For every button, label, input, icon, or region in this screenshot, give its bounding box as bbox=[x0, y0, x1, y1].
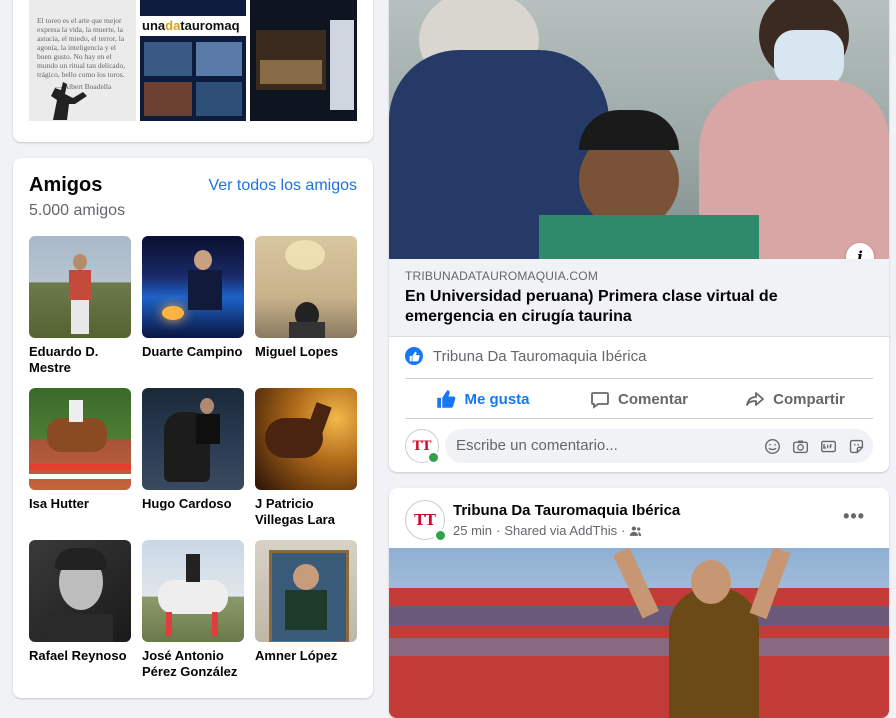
friend-name[interactable]: Amner López bbox=[255, 648, 357, 664]
friend-item[interactable]: Eduardo D. Mestre bbox=[29, 236, 131, 376]
post-author[interactable]: Tribuna Da Tauromaquia Ibérica bbox=[453, 502, 680, 519]
friend-name[interactable]: Rafael Reynoso bbox=[29, 648, 131, 664]
comment-input[interactable]: Escribe un comentario... bbox=[445, 429, 873, 463]
orchestra-side-panel bbox=[330, 20, 354, 110]
share-label: Compartir bbox=[773, 390, 845, 408]
post-image-matador bbox=[669, 588, 759, 718]
camera-icon[interactable] bbox=[791, 437, 809, 455]
friend-name[interactable]: Eduardo D. Mestre bbox=[29, 344, 131, 376]
like-button[interactable]: Me gusta bbox=[405, 380, 561, 418]
friend-item[interactable]: Amner López bbox=[255, 540, 357, 664]
newspaper-thumb bbox=[196, 42, 242, 76]
friend-name[interactable]: José Antonio Pérez González bbox=[142, 648, 244, 680]
comment-label: Comentar bbox=[617, 390, 688, 408]
post-time[interactable]: 25 min bbox=[453, 523, 492, 538]
photo-newspaper[interactable]: unadatauromaq bbox=[140, 0, 246, 121]
friend-item[interactable]: Rafael Reynoso bbox=[29, 540, 131, 664]
friend-photo[interactable] bbox=[142, 388, 244, 490]
newspaper-banner: unadatauromaq bbox=[140, 16, 246, 36]
photos-card: El toreo es el arte que mejor expresa la… bbox=[13, 0, 373, 142]
hero-stretcher bbox=[539, 215, 759, 259]
share-button[interactable]: Compartir bbox=[717, 380, 873, 418]
online-status-icon bbox=[427, 451, 440, 464]
friend-photo[interactable] bbox=[29, 540, 131, 642]
friend-item[interactable]: Duarte Campino bbox=[142, 236, 244, 360]
friend-item[interactable]: Miguel Lopes bbox=[255, 236, 357, 360]
comment-button[interactable]: Comentar bbox=[561, 380, 717, 418]
comment-placeholder: Escribe un comentario... bbox=[456, 437, 618, 454]
emoji-icon[interactable] bbox=[763, 437, 781, 455]
post-image-crowd bbox=[389, 638, 889, 656]
newspaper-logo: unadatauromaq bbox=[142, 18, 240, 33]
friend-name[interactable]: Miguel Lopes bbox=[255, 344, 357, 360]
divider bbox=[405, 418, 873, 419]
friend-item[interactable]: J Patricio Villegas Lara bbox=[255, 388, 357, 528]
online-status-icon bbox=[434, 529, 447, 542]
newspaper-thumb bbox=[144, 42, 192, 76]
friend-photo[interactable] bbox=[142, 540, 244, 642]
friend-name[interactable]: Isa Hutter bbox=[29, 496, 131, 512]
comment-icon bbox=[591, 392, 609, 409]
friend-name[interactable]: Duarte Campino bbox=[142, 344, 244, 360]
post-image-matador-head bbox=[691, 560, 731, 604]
more-options-button[interactable]: ••• bbox=[843, 506, 865, 527]
friend-photo[interactable] bbox=[29, 236, 131, 338]
friend-photo[interactable] bbox=[255, 236, 357, 338]
post-image[interactable] bbox=[389, 548, 889, 718]
like-reaction-icon bbox=[405, 347, 423, 365]
friend-item[interactable]: Hugo Cardoso bbox=[142, 388, 244, 512]
friend-photo[interactable] bbox=[29, 388, 131, 490]
reactions-row[interactable]: Tribuna Da Tauromaquia Ibérica bbox=[405, 347, 646, 365]
link-domain: TRIBUNADATAUROMAQUIA.COM bbox=[405, 269, 599, 283]
friend-name[interactable]: Hugo Cardoso bbox=[142, 496, 244, 512]
photo-quote[interactable]: El toreo es el arte que mejor expresa la… bbox=[29, 0, 136, 121]
newspaper-thumb bbox=[144, 82, 192, 116]
comment-tools bbox=[763, 437, 865, 455]
bullfighter-silhouette-icon bbox=[51, 82, 87, 120]
feed-post: TT Tribuna Da Tauromaquia Ibérica 25 min… bbox=[389, 488, 889, 718]
comment-composer: TT Escribe un comentario... bbox=[405, 429, 873, 464]
link-preview-image[interactable] bbox=[389, 0, 889, 259]
thumbs-up-icon bbox=[437, 390, 456, 408]
sticker-icon[interactable] bbox=[847, 437, 865, 455]
friends-title: Amigos bbox=[29, 174, 103, 196]
post-shared-via: Shared via AddThis bbox=[504, 523, 618, 538]
friends-card: Amigos 5.000 amigos Ver todos los amigos… bbox=[13, 158, 373, 698]
hero-nurse-mask bbox=[774, 30, 844, 86]
gif-icon[interactable] bbox=[819, 437, 837, 455]
like-label: Me gusta bbox=[464, 390, 530, 408]
post-actions: Me gusta Comentar Compartir bbox=[405, 380, 873, 418]
link-meta[interactable]: TRIBUNADATAUROMAQUIA.COM En Universidad … bbox=[389, 259, 889, 337]
divider bbox=[405, 378, 873, 379]
separator: · bbox=[621, 523, 626, 538]
share-icon bbox=[746, 392, 765, 406]
friends-count: 5.000 amigos bbox=[29, 202, 126, 219]
see-all-friends-link[interactable]: Ver todos los amigos bbox=[208, 177, 357, 195]
friend-item[interactable]: Isa Hutter bbox=[29, 388, 131, 512]
photo-orchestra[interactable] bbox=[250, 0, 357, 121]
friend-photo[interactable] bbox=[255, 540, 357, 642]
newspaper-thumb bbox=[196, 82, 242, 116]
orchestra-musicians bbox=[260, 60, 322, 84]
friend-photo[interactable] bbox=[142, 236, 244, 338]
friend-name[interactable]: J Patricio Villegas Lara bbox=[255, 496, 357, 528]
reaction-names[interactable]: Tribuna Da Tauromaquia Ibérica bbox=[433, 348, 646, 365]
friend-photo[interactable] bbox=[255, 388, 357, 490]
link-title[interactable]: En Universidad peruana) Primera clase vi… bbox=[405, 287, 865, 327]
friends-audience-icon[interactable] bbox=[629, 525, 642, 537]
link-share-post: i TRIBUNADATAUROMAQUIA.COM En Universida… bbox=[389, 0, 889, 472]
friend-item[interactable]: José Antonio Pérez González bbox=[142, 540, 244, 680]
separator: · bbox=[496, 523, 501, 538]
post-meta: 25 min · Shared via AddThis · bbox=[453, 523, 642, 538]
